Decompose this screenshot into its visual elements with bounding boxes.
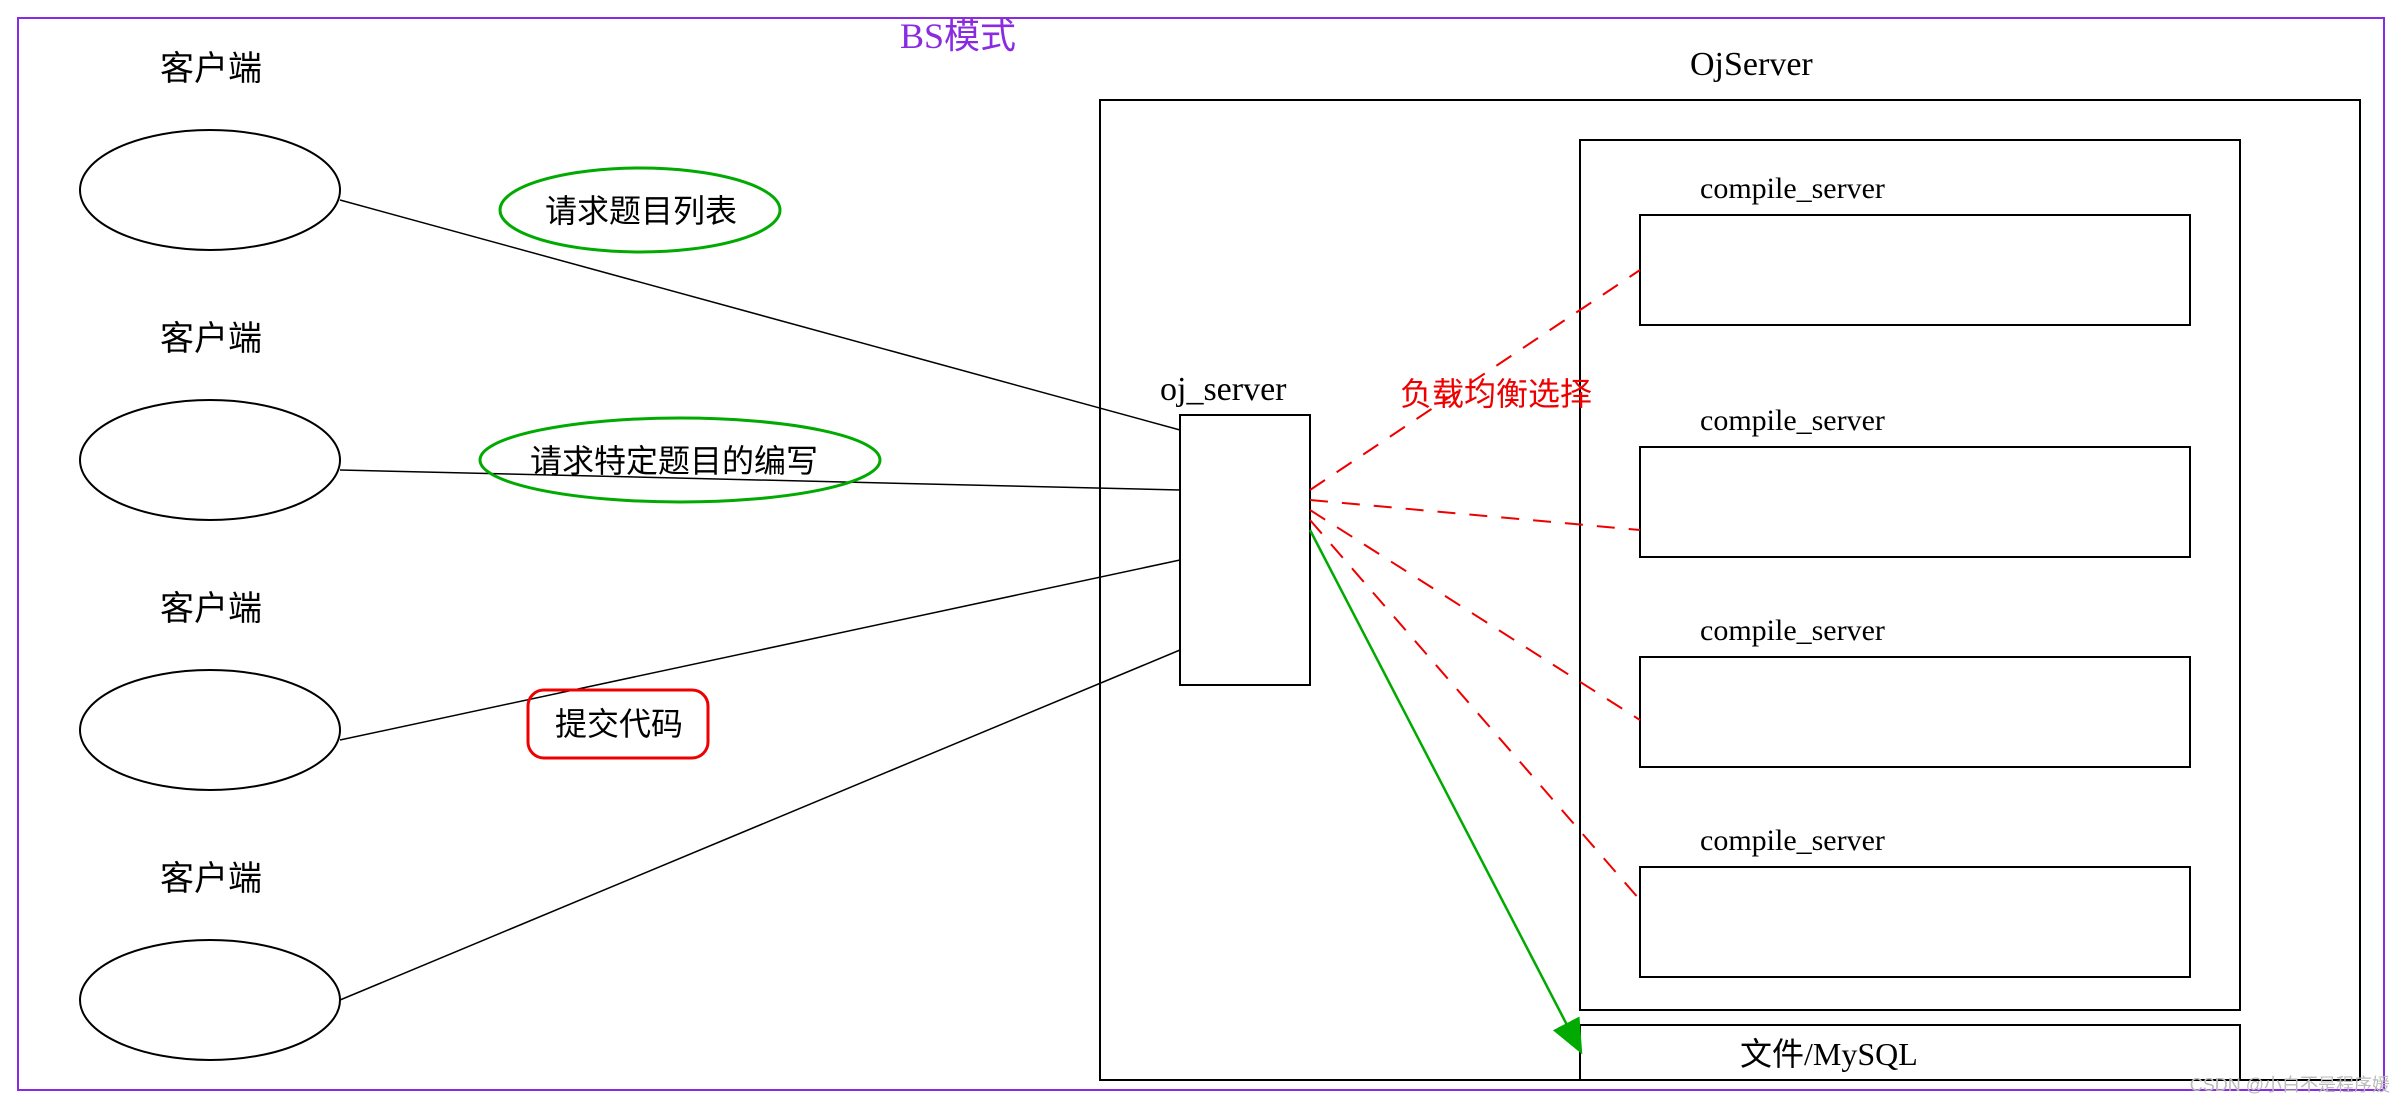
storage-edge [1310,530,1580,1050]
client-label-4: 客户端 [160,860,262,898]
client-label-3: 客户端 [160,590,262,628]
watermark: CSDN @小白不是程序媛 [2190,1071,2390,1097]
client-label-1: 客户端 [160,50,262,88]
client-ellipse-4 [80,940,340,1060]
diagram-stage: { "title": "BS模式", "clients": { "label":… [0,0,2402,1107]
lb-edge-3 [1310,510,1640,720]
oj-server-box [1180,415,1310,685]
edge-label-3: 提交代码 [555,706,683,742]
client-ellipse-2 [80,400,340,520]
compile-box-2 [1640,447,2190,557]
lb-label: 负载均衡选择 [1400,376,1592,412]
compile-box-4 [1640,867,2190,977]
compile-box-1 [1640,215,2190,325]
client-ellipse-1 [80,130,340,250]
compile-cluster-box [1580,140,2240,1010]
compile-label-2: compile_server [1700,404,1885,437]
oj-server-label: oj_server [1160,371,1287,408]
client-label-2: 客户端 [160,320,262,358]
compile-label-1: compile_server [1700,172,1885,205]
lb-edge-4 [1310,520,1640,900]
compile-label-3: compile_server [1700,614,1885,647]
compile-label-4: compile_server [1700,824,1885,857]
server-group-box [1100,100,2360,1080]
edge-label-1: 请求题目列表 [545,193,737,229]
edge-label-2: 请求特定题目的编写 [530,443,818,479]
edge-client4-ojserver [340,650,1180,1000]
outer-frame [18,18,2384,1090]
diagram-title: BS模式 [900,16,1016,56]
edge-client3-ojserver [340,560,1180,740]
server-group-title: OjServer [1690,46,1813,83]
storage-label: 文件/MySQL [1740,1036,1918,1072]
diagram-svg: BS模式 客户端 客户端 客户端 客户端 请求题目列表 请求特定题目的编写 提交… [0,0,2402,1107]
client-ellipse-3 [80,670,340,790]
lb-edge-2 [1310,500,1640,530]
compile-box-3 [1640,657,2190,767]
edge-client1-ojserver [340,200,1180,430]
